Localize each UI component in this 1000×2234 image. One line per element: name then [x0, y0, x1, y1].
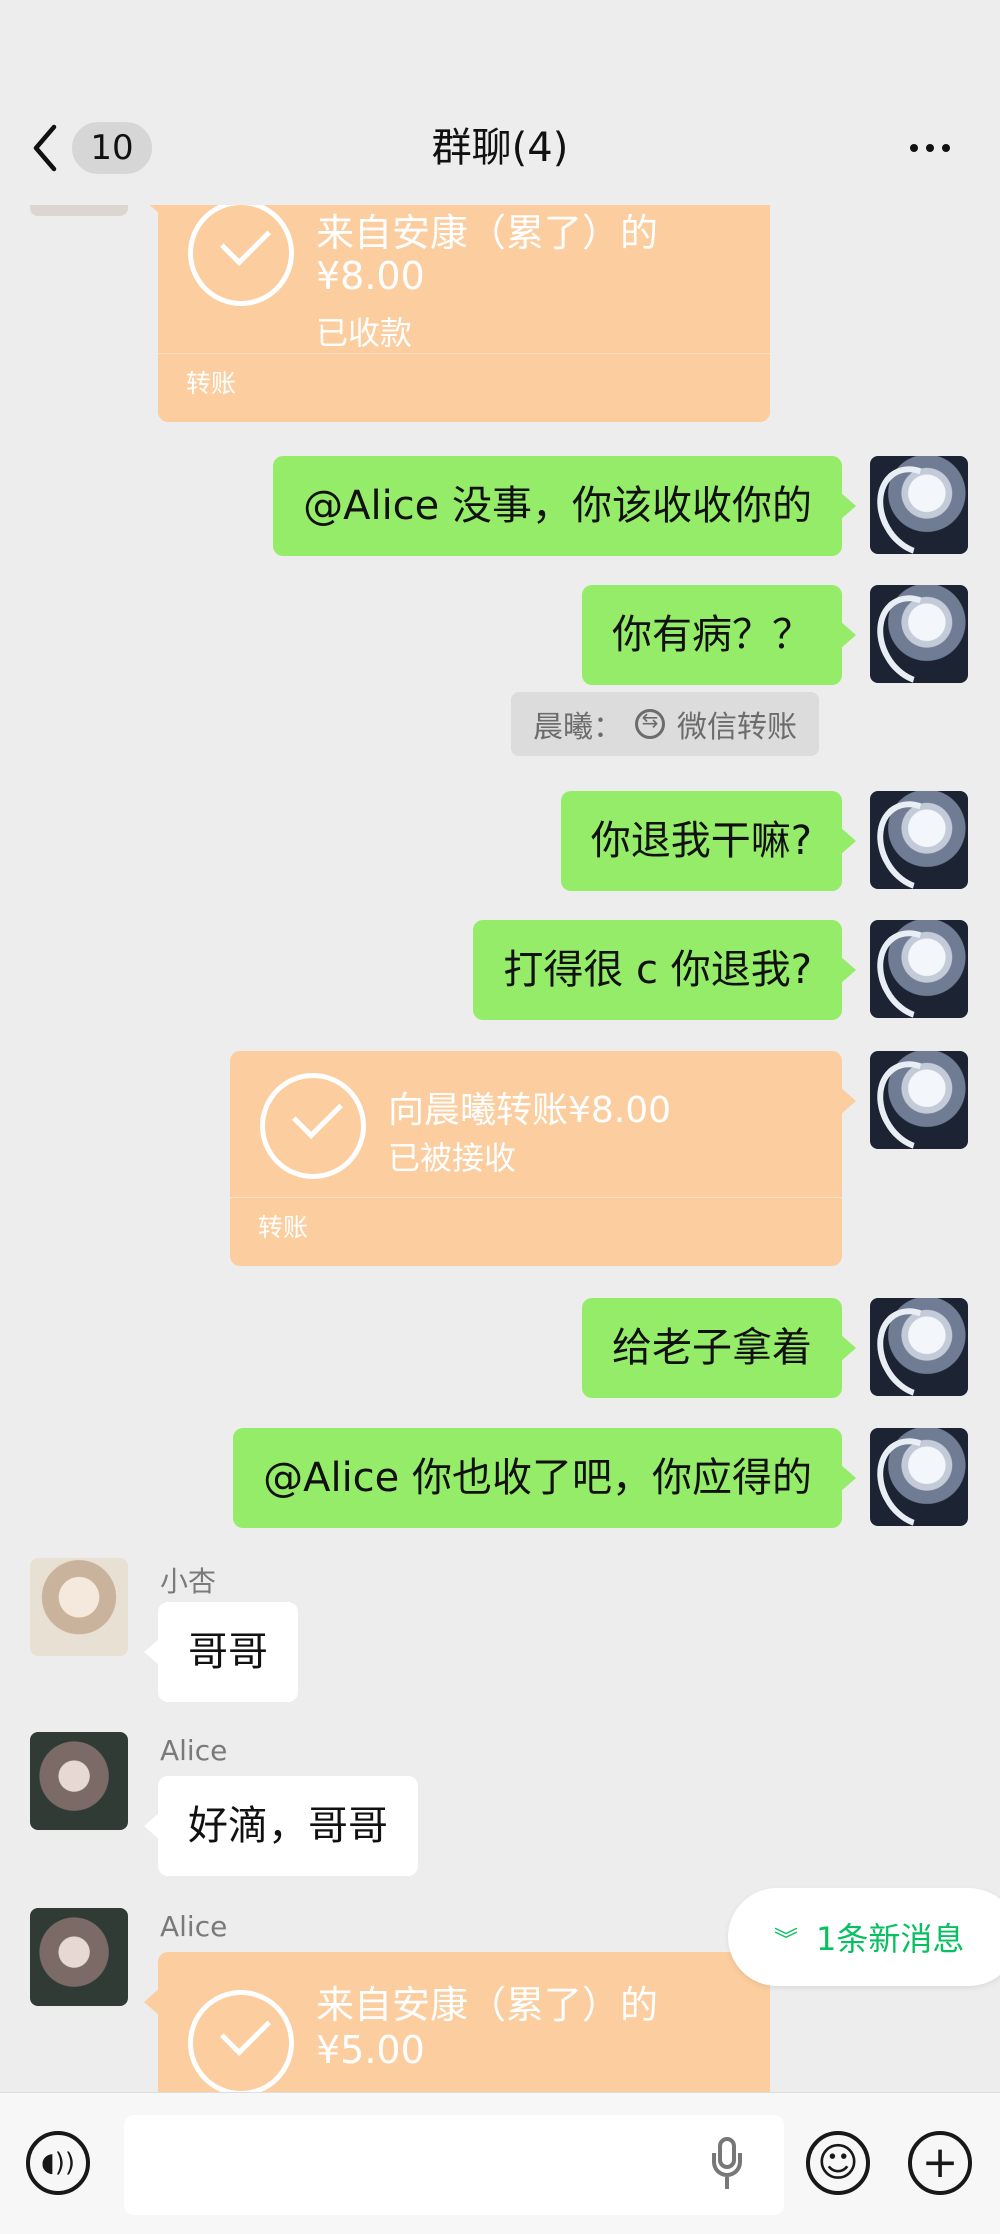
transfer-card[interactable]: 来自安康（累了）的 ¥5.00 [144, 1952, 770, 2092]
divider [230, 1197, 842, 1198]
message-bubble[interactable]: 给老子拿着 [582, 1298, 856, 1398]
sender-name: 小杏 [160, 1565, 217, 1598]
message-bubble[interactable]: 好滴，哥哥 [144, 1776, 418, 1876]
avatar[interactable] [30, 1558, 128, 1656]
new-message-button[interactable]: ︾ 1条新消息 [728, 1888, 1000, 1986]
chat-area[interactable]: 来自安康（累了）的 ¥8.00 已收款 转账 @Alice 没事，你该收收你的 … [0, 0, 1000, 2092]
message-bubble[interactable]: 你退我干嘛? [560, 791, 857, 891]
divider [158, 353, 770, 354]
message-bubble[interactable]: 你有病？？ [582, 585, 856, 685]
system-notice[interactable]: 晨曦： 微信转账 [511, 692, 819, 756]
avatar[interactable] [870, 585, 968, 683]
avatar[interactable] [870, 791, 968, 889]
transfer-title: 来自安康（累了）的 [316, 211, 659, 255]
sender-name: Alice [160, 1910, 228, 1943]
check-icon [260, 1073, 366, 1179]
avatar[interactable] [30, 1908, 128, 2006]
sender-name: Alice [160, 1734, 228, 1767]
navigation-bar: 10 群聊(4) [0, 0, 1000, 205]
message-bubble[interactable]: 哥哥 [144, 1602, 298, 1702]
more-dots-icon[interactable] [900, 118, 960, 178]
message-bubble[interactable]: 打得很 c 你退我? [473, 920, 856, 1020]
transfer-amount: ¥8.00 [316, 254, 425, 298]
avatar[interactable] [870, 1051, 968, 1149]
double-chevron-down-icon: ︾ [774, 1925, 798, 1954]
transfer-label: 转账 [258, 1213, 309, 1242]
avatar[interactable] [870, 1298, 968, 1396]
transfer-icon [635, 708, 665, 739]
transfer-status: 已被接收 [388, 1139, 517, 1177]
avatar[interactable] [870, 1428, 968, 1526]
message-input[interactable] [124, 2115, 784, 2215]
check-icon [188, 1990, 294, 2092]
transfer-card[interactable]: 向晨曦转账¥8.00 已被接收 转账 [230, 1051, 856, 1266]
avatar[interactable] [870, 456, 968, 554]
microphone-icon[interactable] [712, 2137, 742, 2191]
transfer-status: 已收款 [316, 314, 413, 352]
notice-text: 微信转账 [677, 710, 797, 745]
input-bar: ◖)) ☺ + [0, 2092, 1000, 2234]
notice-prefix: 晨曦： [533, 710, 623, 745]
message-bubble[interactable]: @Alice 没事，你该收收你的 [273, 456, 856, 556]
transfer-label: 转账 [186, 369, 237, 398]
new-message-label: 1条新消息 [816, 1920, 965, 1958]
transfer-title: 向晨曦转账¥8.00 [388, 1090, 672, 1131]
voice-icon[interactable]: ◖)) [26, 2131, 90, 2195]
plus-icon[interactable]: + [908, 2131, 972, 2195]
page-title: 群聊(4) [431, 125, 569, 171]
emoji-icon[interactable]: ☺ [806, 2131, 870, 2195]
transfer-title: 来自安康（累了）的 [316, 1983, 659, 2027]
transfer-amount: ¥5.00 [316, 2028, 425, 2072]
check-icon [188, 200, 294, 306]
message-bubble[interactable]: @Alice 你也收了吧，你应得的 [233, 1428, 856, 1528]
avatar[interactable] [870, 920, 968, 1018]
avatar[interactable] [30, 1732, 128, 1830]
